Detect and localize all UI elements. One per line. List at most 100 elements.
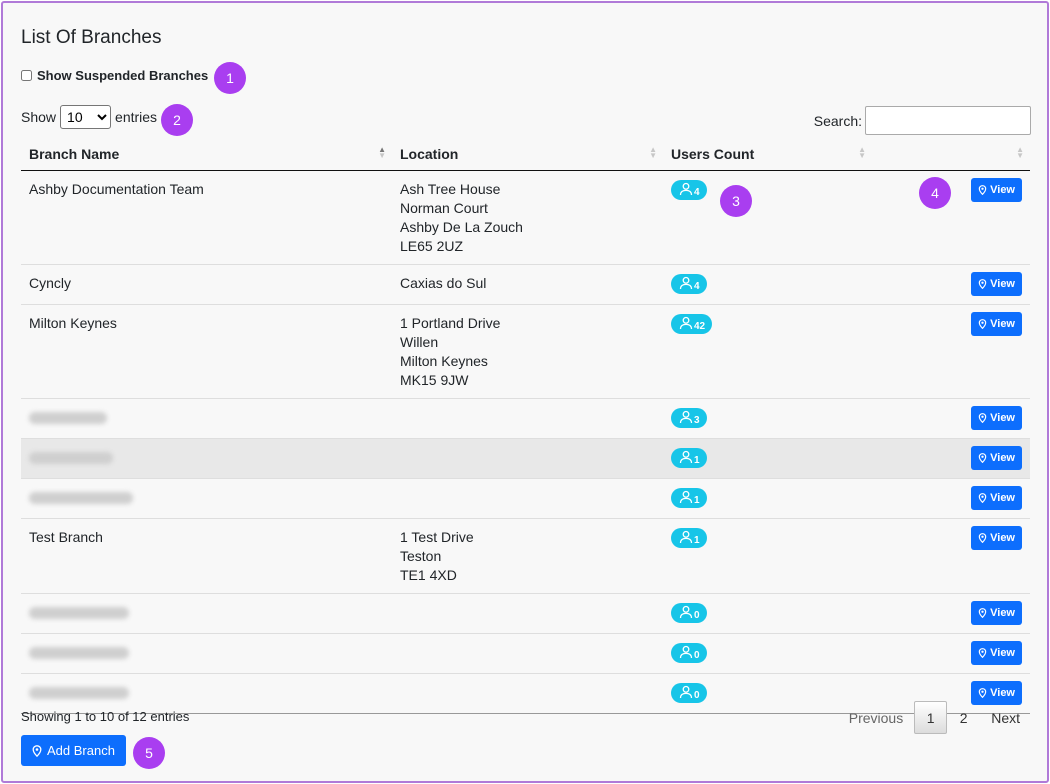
sort-icon: ▲ ▼: [1016, 145, 1024, 160]
column-header-location[interactable]: Location ▲ ▼: [392, 139, 663, 171]
location-line: 1 Portland Drive: [400, 314, 501, 331]
location-cell: [392, 672, 663, 714]
location-cell: [392, 397, 663, 438]
users-icon: [679, 316, 693, 329]
screenshot-frame: List Of Branches Show Suspended Branches…: [1, 1, 1049, 783]
location-line: MK15 9JW: [400, 371, 469, 388]
users-count-badge[interactable]: 0: [671, 602, 707, 623]
entries-per-page-select[interactable]: 10: [60, 105, 112, 129]
users-count-cell: 1: [663, 477, 872, 518]
show-suspended-toggle[interactable]: Show Suspended Branches: [21, 68, 208, 83]
add-branch-button[interactable]: Add Branch: [21, 735, 126, 766]
users-count-badge[interactable]: 0: [671, 682, 707, 703]
table-row: 0 View: [21, 592, 1030, 633]
location-cell: Caxias do Sul: [392, 263, 663, 304]
redacted-branch-name: [29, 491, 133, 504]
branch-name-cell: [21, 592, 392, 633]
location-line: LE65 2UZ: [400, 237, 464, 254]
view-button[interactable]: View: [971, 600, 1022, 625]
branch-name-cell: Milton Keynes: [21, 303, 392, 398]
users-count-badge[interactable]: 1: [671, 447, 707, 468]
branch-name-cell: [21, 437, 392, 478]
view-label: View: [990, 451, 1015, 464]
view-button[interactable]: View: [971, 311, 1022, 336]
map-pin-icon: [978, 532, 987, 543]
table-row: Cyncly Caxias do Sul 4 View: [21, 263, 1030, 304]
column-header-actions[interactable]: ▲ ▼: [872, 139, 1030, 171]
users-count-badge[interactable]: 0: [671, 642, 707, 663]
actions-cell: View: [872, 592, 1030, 633]
actions-cell: View: [872, 303, 1030, 398]
users-icon: [679, 490, 693, 503]
map-pin-icon: [978, 318, 987, 329]
location-line: Teston: [400, 547, 442, 564]
location-line: Ashby De La Zouch: [400, 218, 523, 235]
location-line: Willen: [400, 333, 439, 350]
pagination: Previous 1 2 Next: [838, 701, 1031, 734]
users-icon: [679, 450, 693, 463]
view-button[interactable]: View: [971, 177, 1022, 202]
sort-icon: ▲ ▼: [649, 145, 657, 160]
users-count-badge[interactable]: 3: [671, 407, 707, 428]
show-suspended-label: Show Suspended Branches: [37, 68, 209, 83]
pagination-page-2[interactable]: 2: [947, 701, 980, 734]
entries-label: entries: [115, 109, 158, 125]
location-line: 1 Test Drive: [400, 528, 474, 545]
location-cell: [392, 437, 663, 478]
users-count-badge[interactable]: 1: [671, 487, 707, 508]
actions-cell: View: [872, 437, 1030, 478]
view-button[interactable]: View: [971, 405, 1022, 430]
table-row: 3 View: [21, 397, 1030, 438]
redacted-branch-name: [29, 686, 129, 699]
view-label: View: [990, 411, 1015, 424]
column-header-users-count[interactable]: Users Count ▲ ▼: [663, 139, 872, 171]
branch-name-cell: [21, 477, 392, 518]
actions-cell: View: [872, 517, 1030, 593]
pagination-next[interactable]: Next: [980, 701, 1031, 734]
view-label: View: [990, 686, 1015, 699]
table-header-row: Branch Name ▲ ▼ Location ▲ ▼ Users Count ▲…: [21, 139, 1030, 171]
view-label: View: [990, 646, 1015, 659]
view-button[interactable]: View: [971, 525, 1022, 550]
users-count: 0: [694, 649, 700, 661]
users-count: 4: [694, 186, 700, 198]
location-cell: Ash Tree House Norman Court Ashby De La Zo…: [392, 170, 663, 264]
users-count: 1: [694, 454, 700, 466]
users-count: 1: [694, 534, 700, 546]
location-cell: [392, 592, 663, 633]
column-header-branch-name[interactable]: Branch Name ▲ ▼: [21, 139, 392, 171]
view-button[interactable]: View: [971, 485, 1022, 510]
search-control: Search:: [814, 106, 1031, 135]
map-pin-icon: [978, 647, 987, 658]
pagination-page-1[interactable]: 1: [914, 701, 948, 734]
map-pin-icon: [978, 492, 987, 503]
table-info: Showing 1 to 10 of 12 entries: [21, 709, 190, 724]
location-cell: [392, 632, 663, 673]
table-row: Test Branch 1 Test Drive Teston TE1 4XD 1 Vie…: [21, 517, 1030, 593]
length-control: Show 10 entries: [21, 105, 157, 129]
view-button[interactable]: View: [971, 640, 1022, 665]
location-cell: 1 Portland Drive Willen Milton Keynes MK15 …: [392, 303, 663, 398]
view-label: View: [990, 531, 1015, 544]
users-count-badge[interactable]: 1: [671, 527, 707, 548]
users-count-cell: 3: [663, 397, 872, 438]
view-label: View: [990, 277, 1015, 290]
users-icon: [679, 685, 693, 698]
view-button[interactable]: View: [971, 445, 1022, 470]
users-count-badge[interactable]: 4: [671, 273, 707, 294]
users-count-badge[interactable]: 42: [671, 313, 713, 334]
annotation-marker-3: 3: [720, 185, 752, 217]
search-input[interactable]: [865, 106, 1031, 135]
view-button[interactable]: View: [971, 271, 1022, 296]
users-count-badge[interactable]: 4: [671, 179, 707, 200]
users-icon: [679, 605, 693, 618]
view-label: View: [990, 491, 1015, 504]
users-count-cell: 4: [663, 263, 872, 304]
pagination-previous[interactable]: Previous: [838, 701, 914, 734]
branch-name: Test Branch: [29, 528, 103, 545]
users-count: 42: [694, 320, 706, 332]
show-suspended-checkbox[interactable]: [21, 70, 32, 81]
actions-cell: View: [872, 477, 1030, 518]
page-title: List Of Branches: [21, 27, 162, 48]
location-cell: [392, 477, 663, 518]
